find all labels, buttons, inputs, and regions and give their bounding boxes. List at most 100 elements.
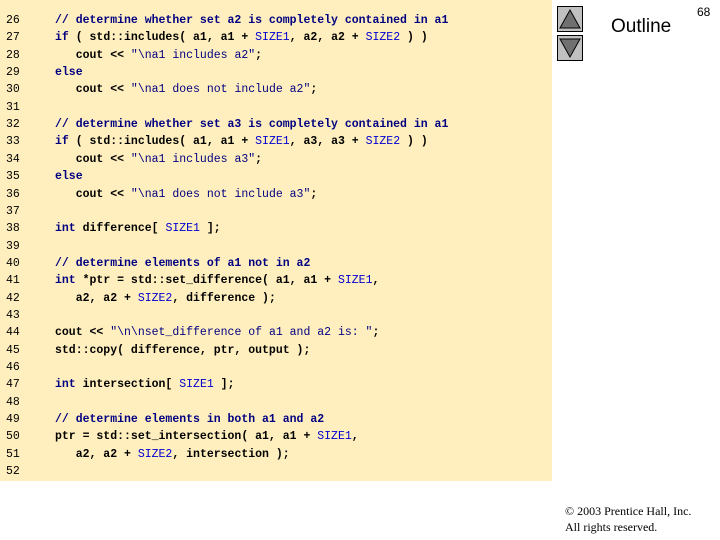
code-token-plain: ptr = std::set_intersection( a1, a1 + — [55, 430, 318, 444]
line-number: 43 — [6, 308, 20, 322]
line-number: 26 — [6, 14, 20, 27]
line-number: 37 — [6, 204, 20, 218]
line-number: 44 — [6, 326, 20, 340]
code-token-const: SIZE1 — [337, 274, 373, 288]
code-token-str: "\na1 does not include a2" — [130, 83, 311, 97]
code-text: if ( std::includes( a1, a1 + SIZE1, a3, … — [55, 133, 428, 150]
line-number: 33 — [6, 135, 20, 149]
outline-label: Outline — [611, 16, 672, 37]
code-text: cout << "\n\nset_difference of a1 and a2… — [55, 324, 379, 341]
line-number: 30 — [6, 83, 20, 97]
code-text: a2, a2 + SIZE2, difference ); — [55, 290, 276, 307]
code-token-const: SIZE2 — [365, 135, 401, 149]
code-token-comment: // determine whether set a3 is completel… — [55, 118, 449, 132]
line-number: 28 — [6, 48, 20, 62]
code-text: cout << "\na1 includes a3"; — [55, 151, 262, 168]
code-token-plain: cout << — [55, 187, 131, 201]
code-token-comment: // determine elements in both a1 and a2 — [55, 413, 325, 427]
code-token-plain: ]; — [199, 222, 221, 236]
code-token-str: "\na1 includes a2" — [130, 48, 256, 62]
code-token-const: SIZE1 — [179, 378, 214, 392]
code-text: a2, a2 + SIZE2, intersection ); — [55, 446, 290, 463]
code-token-comment: // determine whether set a2 is completel… — [55, 14, 449, 27]
code-token-plain: cout << — [55, 83, 131, 97]
code-listing-panel: 26 // determine whether set a2 is complet… — [0, 0, 552, 481]
line-number: 48 — [6, 395, 20, 409]
code-token-kw: int — [55, 222, 76, 236]
code-text: // determine elements of a1 not in a2 — [55, 255, 310, 272]
previous-slide-button[interactable] — [557, 6, 583, 32]
code-token-plain: ( std::includes( a1, a1 + — [68, 135, 256, 149]
code-token-plain: ]; — [213, 378, 235, 392]
code-text: if ( std::includes( a1, a1 + SIZE1, a2, … — [55, 29, 428, 46]
code-token-kw: else — [55, 66, 83, 80]
code-token-plain: ) ) — [400, 135, 428, 149]
code-token-plain: a2, a2 + — [55, 447, 138, 461]
line-number: 52 — [6, 465, 20, 479]
code-token-plain: intersection[ — [75, 378, 180, 392]
code-token-plain: cout << — [55, 152, 131, 166]
code-text: else — [55, 168, 83, 185]
code-text: // determine whether set a2 is completel… — [55, 12, 448, 29]
line-number: 41 — [6, 274, 20, 288]
copyright-line: © 2003 Prentice Hall, Inc. — [565, 504, 692, 518]
code-token-plain: ; — [372, 326, 380, 340]
code-text: // determine whether set a3 is completel… — [55, 116, 448, 133]
code-token-plain: std::copy( difference, ptr, output ); — [55, 343, 311, 357]
line-number: 45 — [6, 343, 20, 357]
line-number: 42 — [6, 291, 20, 305]
code-text: // determine elements in both a1 and a2 — [55, 411, 324, 428]
line-number: 34 — [6, 152, 20, 166]
code-token-const: SIZE2 — [137, 291, 173, 305]
code-token-plain: ) ) — [400, 31, 428, 45]
code-token-plain: , a3, a3 + — [289, 135, 366, 149]
code-token-plain: cout << — [55, 326, 111, 340]
code-token-plain: ; — [310, 187, 318, 201]
code-token-plain: ; — [255, 48, 263, 62]
code-token-plain: , intersection ); — [172, 447, 290, 461]
triangle-up-icon — [559, 8, 581, 29]
line-number: 51 — [6, 447, 20, 461]
code-token-kw: int — [55, 274, 76, 288]
code-token-plain: *ptr = std::set_difference( a1, a1 + — [75, 274, 338, 288]
code-token-kw: if — [55, 31, 69, 45]
code-token-kw: int — [55, 378, 76, 392]
code-text: cout << "\na1 does not include a2"; — [55, 81, 318, 98]
line-number: 38 — [6, 222, 20, 236]
code-token-plain: a2, a2 + — [55, 291, 138, 305]
line-number: 35 — [6, 170, 20, 184]
code-text: cout << "\na1 does not include a3"; — [55, 186, 318, 203]
line-number: 40 — [6, 256, 20, 270]
line-number: 36 — [6, 187, 20, 201]
code-token-comment: // determine elements of a1 not in a2 — [55, 256, 311, 270]
code-text: int *ptr = std::set_difference( a1, a1 +… — [55, 272, 379, 289]
code-token-plain: , difference ); — [172, 291, 276, 305]
code-text: ptr = std::set_intersection( a1, a1 + SI… — [55, 428, 359, 445]
next-slide-button[interactable] — [557, 35, 583, 61]
code-text: cout << "\na1 includes a2"; — [55, 47, 262, 64]
code-token-plain: , a2, a2 + — [289, 31, 366, 45]
code-token-kw: if — [55, 135, 69, 149]
code-text: int intersection[ SIZE1 ]; — [55, 376, 234, 393]
code-token-plain: ; — [255, 152, 263, 166]
code-token-const: SIZE2 — [137, 447, 173, 461]
line-number: 29 — [6, 66, 20, 80]
code-token-str: "\na1 does not include a3" — [130, 187, 311, 201]
line-number: 32 — [6, 118, 20, 132]
code-token-const: SIZE2 — [365, 31, 401, 45]
code-token-const: SIZE1 — [255, 135, 290, 149]
code-token-plain: ; — [310, 83, 318, 97]
line-number: 49 — [6, 413, 20, 427]
rights-line: All rights reserved. — [565, 520, 658, 534]
code-token-str: "\na1 includes a3" — [130, 152, 256, 166]
line-number: 27 — [6, 31, 20, 45]
line-number: 31 — [6, 100, 20, 114]
code-text: else — [55, 64, 83, 81]
code-token-str: "\n\nset_difference of a1 and a2 is: " — [110, 326, 373, 340]
code-token-plain: , — [372, 274, 380, 288]
line-number: 47 — [6, 378, 20, 392]
code-token-const: SIZE1 — [165, 222, 200, 236]
line-number: 46 — [6, 361, 20, 374]
code-token-const: SIZE1 — [255, 31, 290, 45]
line-number: 50 — [6, 430, 20, 444]
